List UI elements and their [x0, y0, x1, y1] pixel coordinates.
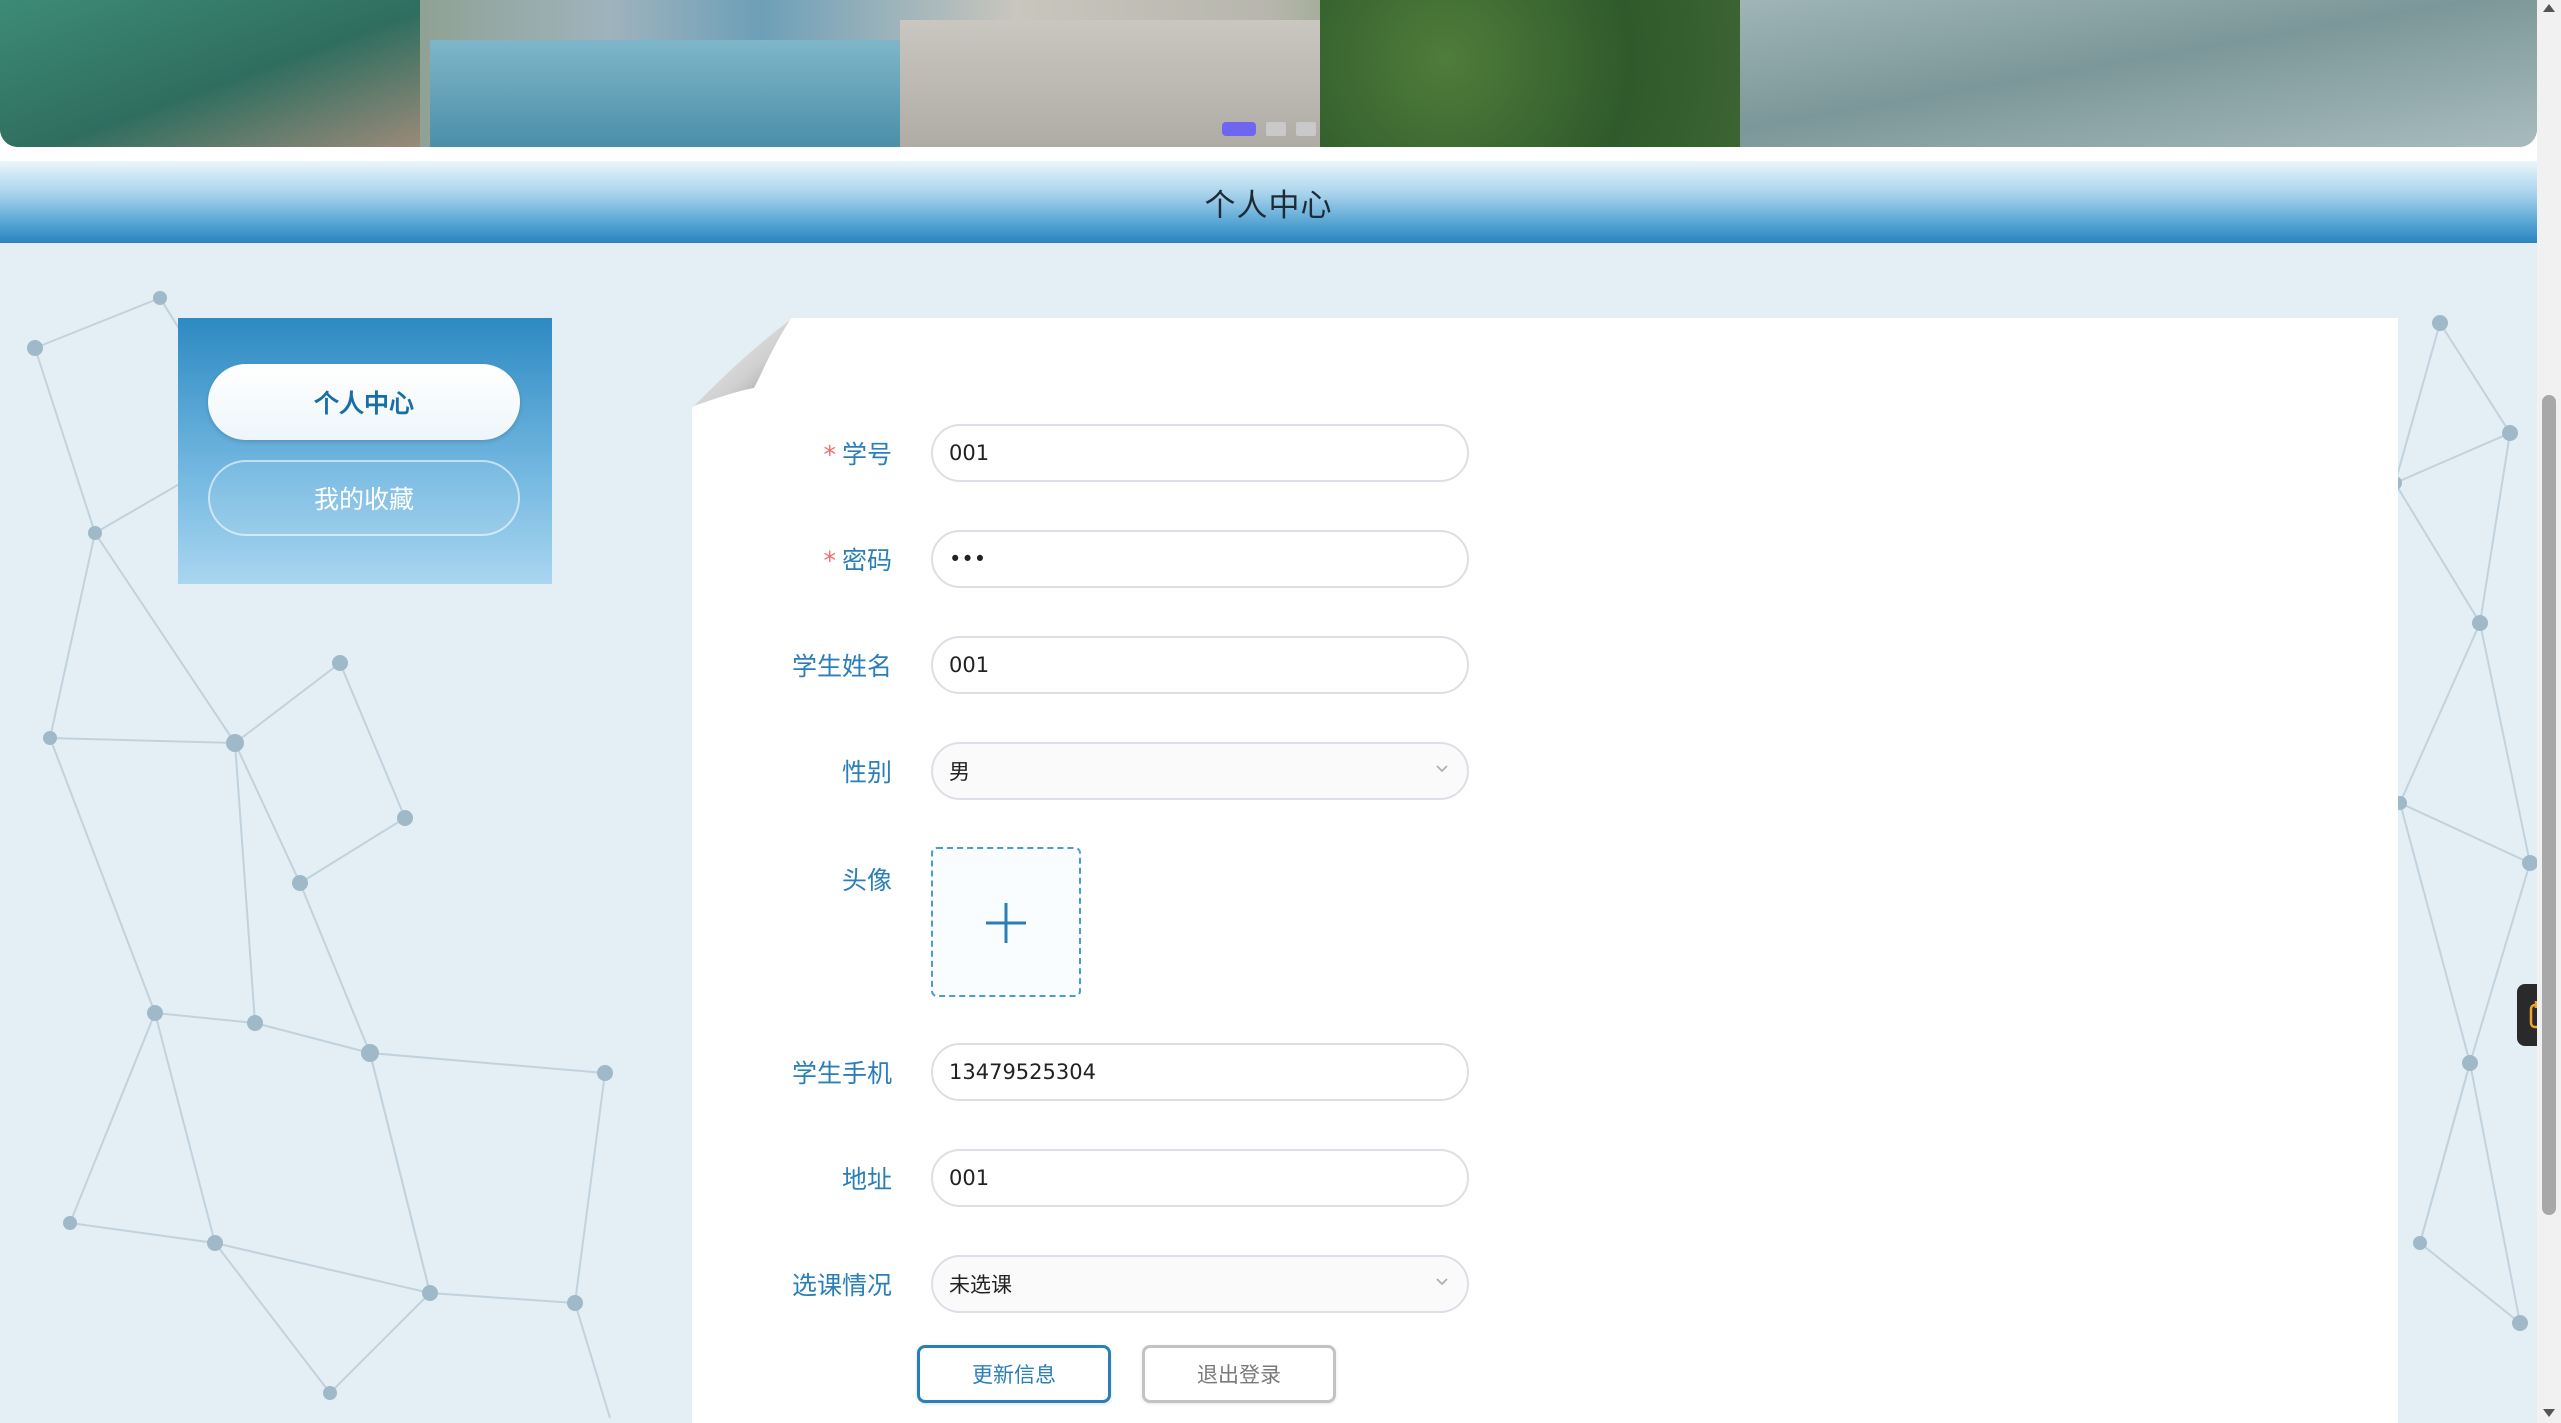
plus-icon	[986, 903, 1026, 943]
required-mark: *	[823, 440, 836, 469]
chevron-down-icon	[1436, 1278, 1448, 1286]
course-status-label: 选课情况	[791, 1271, 892, 1300]
banner-image-roof	[0, 0, 420, 147]
password-label-text: 密码	[841, 546, 892, 575]
password-label: * 密码	[692, 541, 892, 577]
student-no-input[interactable]: 001	[931, 424, 1469, 482]
profile-form-card: * 学号 001 * 密码 ••• 学生姓名 001 性别 男 头像 学生手机 13…	[692, 318, 2398, 1423]
gender-select[interactable]: 男	[931, 742, 1469, 800]
carousel-indicators	[1222, 122, 1316, 136]
student-name-input[interactable]: 001	[931, 636, 1469, 694]
address-input[interactable]: 001	[931, 1149, 1469, 1207]
carousel-dot-3[interactable]	[1296, 122, 1316, 136]
gender-select-value: 男	[949, 760, 970, 784]
vertical-scrollbar[interactable]	[2537, 0, 2561, 1423]
scroll-up-arrow-icon[interactable]	[2543, 4, 2555, 12]
banner-image-water	[430, 40, 910, 147]
banner-image-trees	[1320, 0, 1740, 147]
page-curl-decoration	[692, 318, 792, 408]
chevron-down-icon	[1436, 765, 1448, 773]
student-no-label-text: 学号	[841, 440, 892, 469]
avatar-upload[interactable]	[931, 847, 1081, 997]
sidebar: 个人中心 我的收藏	[178, 318, 552, 584]
student-no-label: * 学号	[692, 435, 892, 471]
scrollbar-thumb[interactable]	[2542, 395, 2556, 1215]
carousel-dot-1[interactable]	[1222, 122, 1256, 136]
phone-label: 学生手机	[791, 1059, 892, 1088]
course-status-select-value: 未选课	[949, 1273, 1012, 1297]
scroll-down-arrow-icon[interactable]	[2543, 1409, 2555, 1417]
sidebar-item-personal-center[interactable]: 个人中心	[208, 364, 520, 440]
avatar-label: 头像	[841, 866, 892, 895]
carousel-dot-2[interactable]	[1266, 122, 1286, 136]
password-input[interactable]: •••	[931, 530, 1469, 588]
page-title: 个人中心	[1204, 187, 1333, 224]
phone-input[interactable]: 13479525304	[931, 1043, 1469, 1101]
sidebar-item-my-favorites[interactable]: 我的收藏	[208, 460, 520, 536]
address-label: 地址	[841, 1165, 892, 1194]
logout-button[interactable]: 退出登录	[1142, 1345, 1336, 1403]
course-status-select[interactable]: 未选课	[931, 1255, 1469, 1313]
top-banner-carousel	[0, 0, 2537, 147]
update-info-button[interactable]: 更新信息	[917, 1345, 1111, 1403]
banner-image-buildings	[1740, 0, 2537, 147]
page-title-bar: 个人中心	[0, 161, 2537, 243]
student-name-label: 学生姓名	[791, 652, 892, 681]
gender-label: 性别	[841, 758, 892, 787]
required-mark: *	[823, 546, 836, 575]
